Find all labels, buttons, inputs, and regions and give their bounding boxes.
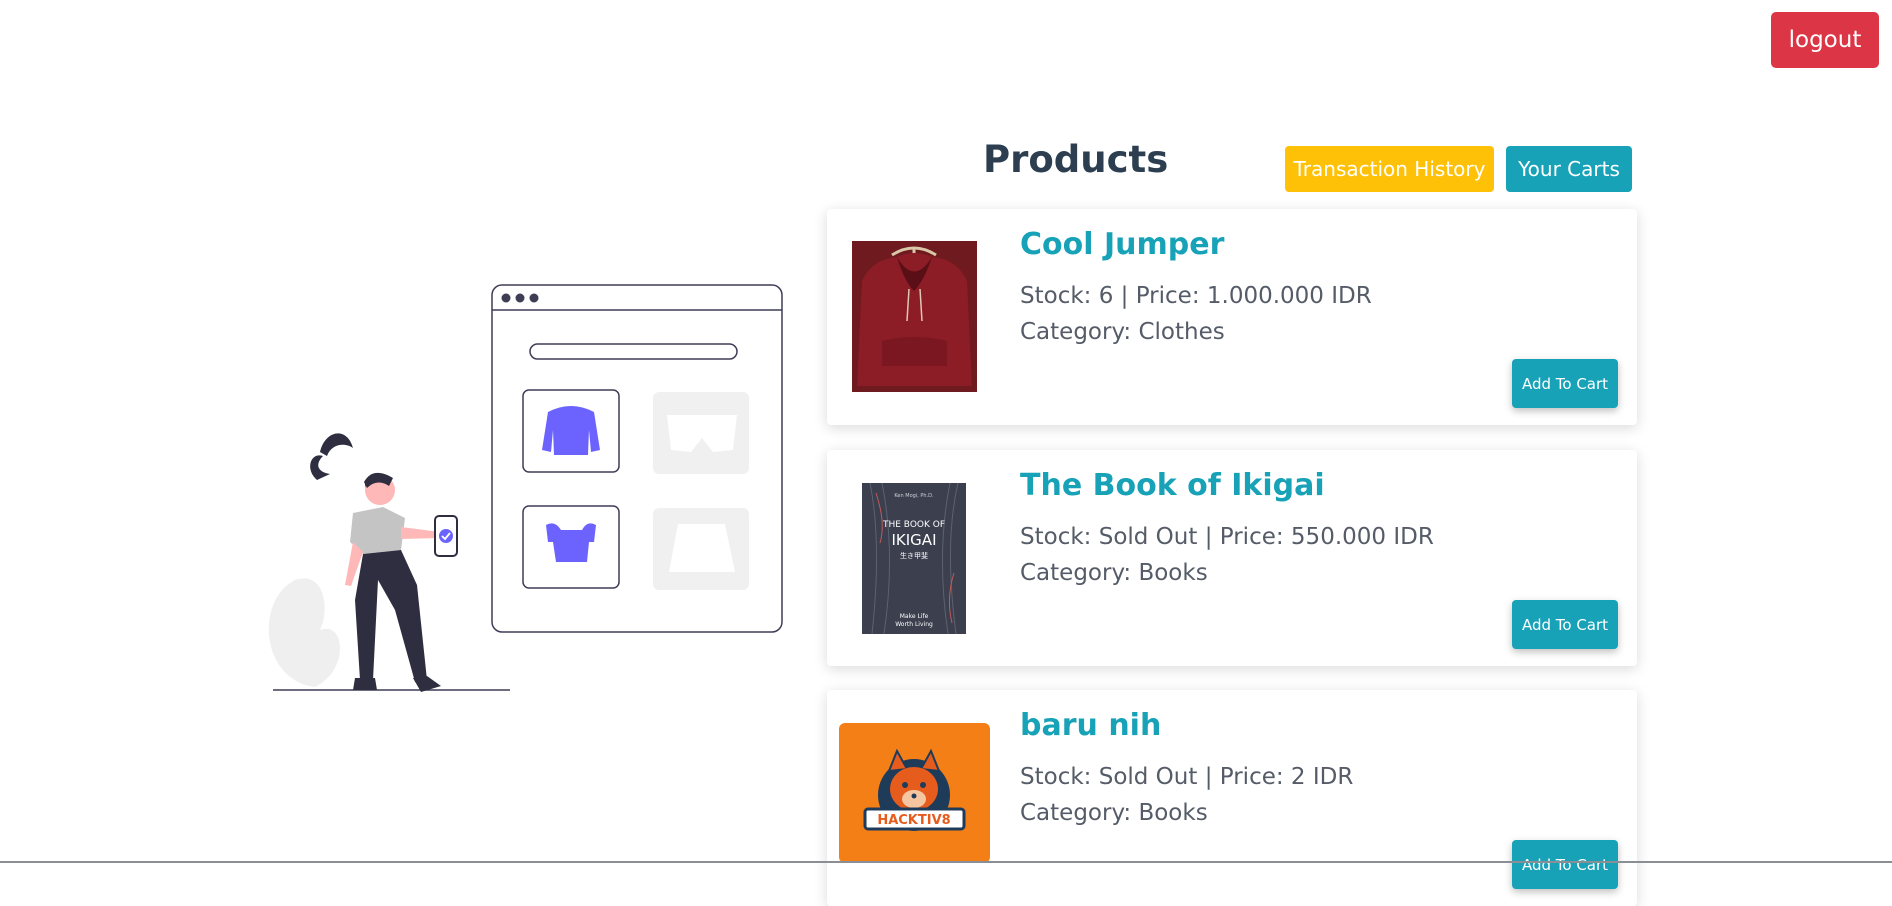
product-name[interactable]: baru nih — [1020, 708, 1161, 743]
add-to-cart-button[interactable]: Add To Cart — [1512, 600, 1618, 649]
product-category: Category: Books — [1020, 560, 1208, 586]
svg-text:生き甲斐: 生き甲斐 — [900, 551, 928, 560]
svg-text:Worth Living: Worth Living — [895, 621, 933, 628]
product-stock-price: Stock: 6 | Price: 1.000.000 IDR — [1020, 283, 1372, 309]
svg-text:THE BOOK OF: THE BOOK OF — [882, 520, 945, 530]
product-image-hacktiv8-logo: HACKTIV8 — [839, 723, 990, 863]
add-to-cart-button[interactable]: Add To Cart — [1512, 359, 1618, 408]
transaction-history-button[interactable]: Transaction History — [1285, 146, 1494, 192]
page-title: Products — [983, 138, 1169, 181]
product-image-book: Ken Mogi, Ph.D. THE BOOK OF IKIGAI 生き甲斐 … — [862, 483, 966, 634]
svg-text:IKIGAI: IKIGAI — [892, 531, 937, 549]
logout-button[interactable]: logout — [1771, 12, 1879, 68]
product-name[interactable]: The Book of Ikigai — [1020, 468, 1325, 503]
svg-text:Make Life: Make Life — [900, 613, 929, 620]
product-category: Category: Books — [1020, 800, 1208, 826]
product-stock-price: Stock: Sold Out | Price: 550.000 IDR — [1020, 524, 1434, 550]
product-name[interactable]: Cool Jumper — [1020, 227, 1224, 262]
add-to-cart-button[interactable]: Add To Cart — [1512, 840, 1618, 889]
your-carts-button[interactable]: Your Carts — [1506, 146, 1632, 192]
svg-text:HACKTIV8: HACKTIV8 — [877, 813, 950, 828]
online-shopping-illustration — [268, 284, 783, 692]
svg-text:Ken Mogi, Ph.D.: Ken Mogi, Ph.D. — [894, 493, 934, 499]
product-image-hoodie — [852, 241, 977, 392]
product-card: Ken Mogi, Ph.D. THE BOOK OF IKIGAI 生き甲斐 … — [827, 450, 1637, 666]
product-category: Category: Clothes — [1020, 319, 1225, 345]
product-card: Cool Jumper Stock: 6 | Price: 1.000.000 … — [827, 209, 1637, 425]
product-card: HACKTIV8 baru nih Stock: Sold Out | Pric… — [827, 690, 1637, 906]
product-stock-price: Stock: Sold Out | Price: 2 IDR — [1020, 764, 1354, 790]
